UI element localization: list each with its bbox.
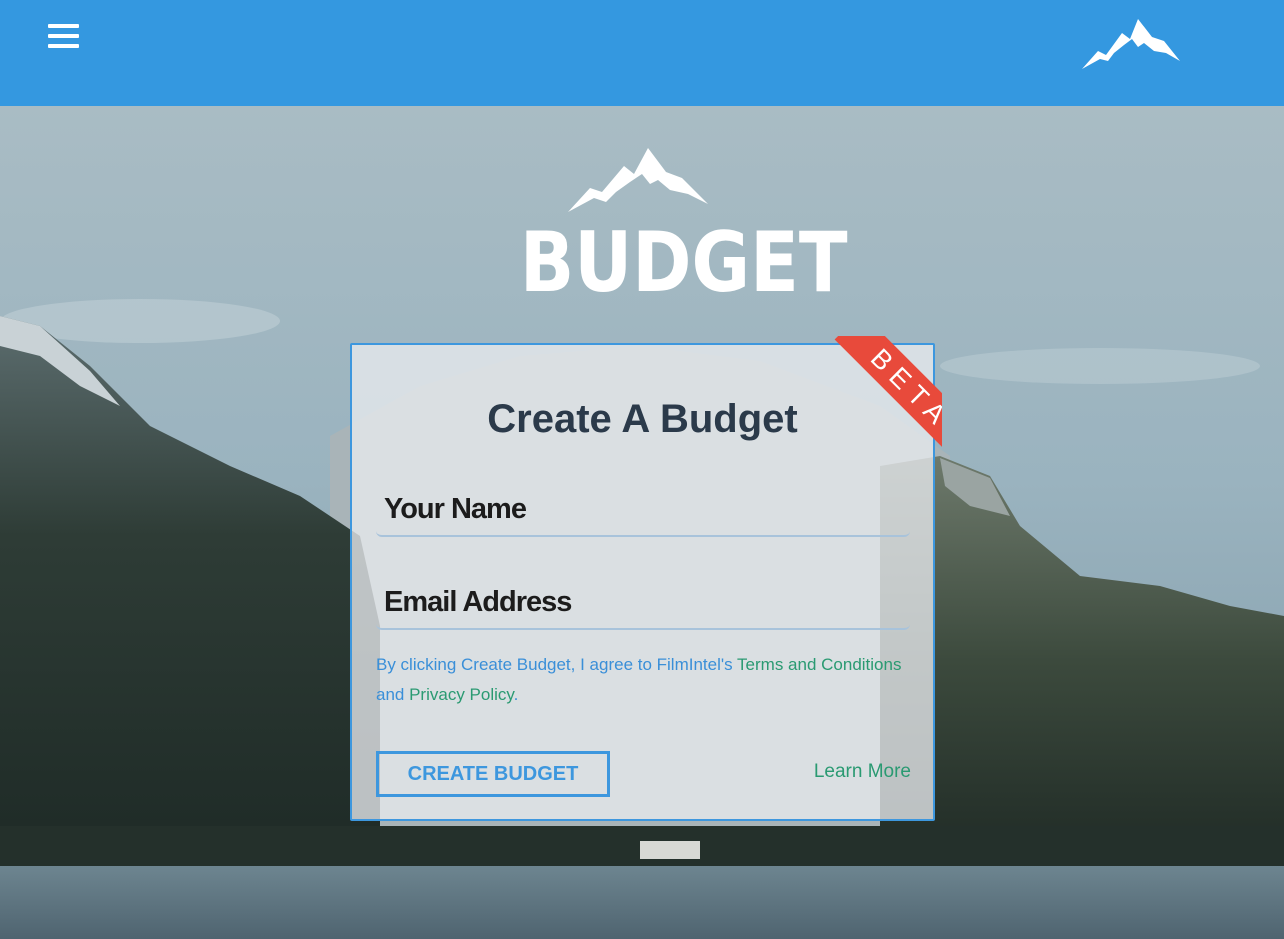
brand-wordmark: BUDGET <box>519 214 848 311</box>
mountain-logo-icon[interactable] <box>1080 17 1182 71</box>
email-field <box>376 578 910 630</box>
learn-more-link[interactable]: Learn More <box>814 761 911 783</box>
name-input[interactable] <box>376 485 910 533</box>
hamburger-menu-icon[interactable] <box>48 24 79 48</box>
privacy-policy-link[interactable]: Privacy Policy <box>409 685 514 704</box>
terms-link[interactable]: Terms and Conditions <box>737 655 901 674</box>
terms-suffix: . <box>513 685 519 704</box>
beta-ribbon: BETA <box>812 336 942 460</box>
create-budget-button[interactable]: CREATE BUDGET <box>376 751 610 797</box>
terms-notice: By clicking Create Budget, I agree to Fi… <box>376 650 916 710</box>
email-input[interactable] <box>376 578 910 626</box>
top-navigation-bar <box>0 0 1284 106</box>
terms-prefix: By clicking Create Budget, I agree to Fi… <box>376 655 738 674</box>
name-field <box>376 485 910 537</box>
mountain-logo-icon <box>568 148 708 212</box>
terms-and: and <box>376 685 410 704</box>
beta-ribbon-label: BETA <box>834 336 942 460</box>
